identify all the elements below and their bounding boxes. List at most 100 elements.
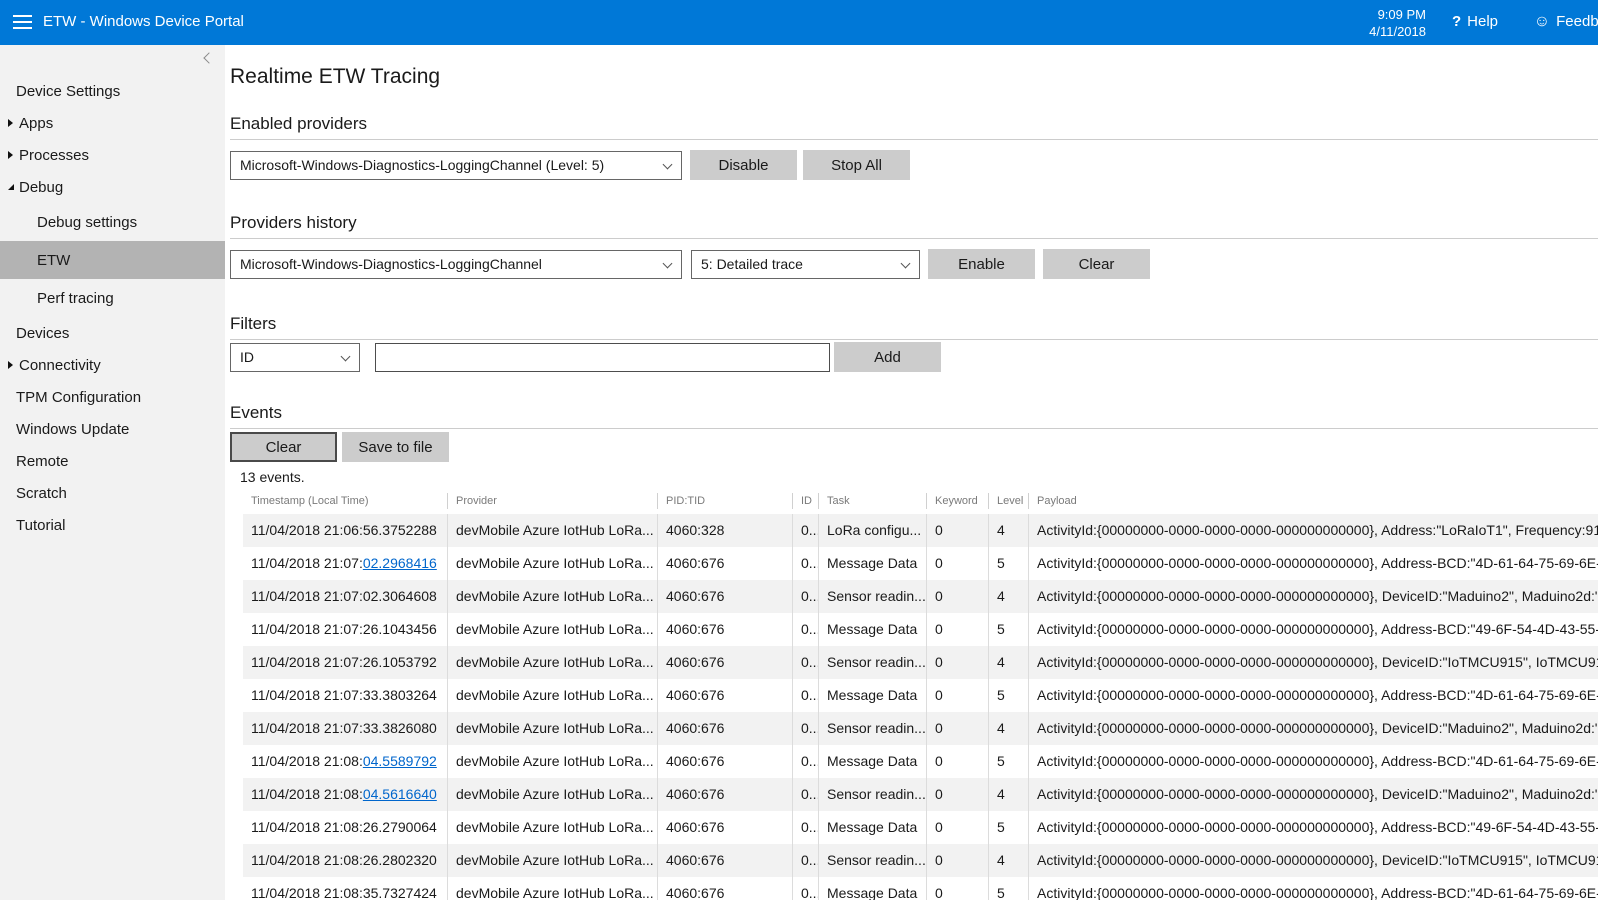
event-keyword: 0 <box>926 580 988 613</box>
sidebar-item-label: Debug settings <box>37 213 138 231</box>
page-title: Realtime ETW Tracing <box>230 65 441 88</box>
sidebar-item[interactable]: TPM Configuration <box>0 381 225 413</box>
event-row[interactable]: 11/04/2018 21:08:04.5589792 devMobile Az… <box>243 745 1598 778</box>
event-keyword: 0 <box>926 844 988 877</box>
chevron-down-icon <box>664 161 672 169</box>
event-id: 0... <box>792 811 818 844</box>
event-provider: devMobile Azure IotHub LoRa... <box>447 580 657 613</box>
sidebar-item[interactable]: Debug <box>0 171 225 203</box>
event-pid-tid: 4060:676 <box>657 646 792 679</box>
sidebar-item-label: Remote <box>16 452 69 470</box>
hamburger-menu-icon[interactable] <box>13 15 32 29</box>
filters-heading: Filters <box>230 313 1598 340</box>
event-row[interactable]: 11/04/2018 21:07:33.3826080 devMobile Az… <box>243 712 1598 745</box>
sidebar-item[interactable]: Remote <box>0 445 225 477</box>
event-provider: devMobile Azure IotHub LoRa... <box>447 811 657 844</box>
sidebar-item-label: Device Settings <box>16 82 121 100</box>
column-header: ID <box>792 493 818 509</box>
event-level: 5 <box>988 547 1028 580</box>
timestamp-link[interactable]: 02.2968416 <box>363 555 437 571</box>
event-keyword: 0 <box>926 547 988 580</box>
event-provider: devMobile Azure IotHub LoRa... <box>447 679 657 712</box>
events-table-body: 11/04/2018 21:06:56.3752288 devMobile Az… <box>243 514 1598 900</box>
smiley-icon: ☺ <box>1533 13 1551 30</box>
sidebar: Device Settings Apps Processes Debug Deb… <box>0 45 225 900</box>
stop-all-button[interactable]: Stop All <box>803 150 910 180</box>
event-row[interactable]: 11/04/2018 21:08:26.2802320 devMobile Az… <box>243 844 1598 877</box>
column-header: PID:TID <box>657 493 792 509</box>
events-table-header: Timestamp (Local Time) Provider PID:TID … <box>243 488 1598 514</box>
sidebar-item-label: Connectivity <box>19 356 101 374</box>
top-bar: ETW - Windows Device Portal 9:09 PM 4/11… <box>0 0 1598 45</box>
event-level: 5 <box>988 679 1028 712</box>
event-payload: ActivityId:{00000000-0000-0000-0000-0000… <box>1028 844 1598 877</box>
event-payload: ActivityId:{00000000-0000-0000-0000-0000… <box>1028 778 1598 811</box>
feedback-button[interactable]: ☺ Feedback <box>1534 13 1598 31</box>
event-keyword: 0 <box>926 877 988 900</box>
event-row[interactable]: 11/04/2018 21:07:26.1043456 devMobile Az… <box>243 613 1598 646</box>
history-provider-select[interactable]: Microsoft-Windows-Diagnostics-LoggingCha… <box>230 249 682 279</box>
enable-button[interactable]: Enable <box>928 249 1035 279</box>
add-filter-button[interactable]: Add <box>834 342 941 372</box>
sidebar-item-label: ETW <box>37 251 71 269</box>
sidebar-item[interactable]: Debug settings <box>0 203 225 241</box>
event-level: 5 <box>988 745 1028 778</box>
event-id: 0... <box>792 679 818 712</box>
event-provider: devMobile Azure IotHub LoRa... <box>447 712 657 745</box>
help-label: Help <box>1467 13 1498 30</box>
event-pid-tid: 4060:676 <box>657 811 792 844</box>
sidebar-item[interactable]: Perf tracing <box>0 279 225 317</box>
sidebar-item[interactable]: Device Settings <box>0 75 225 107</box>
event-row[interactable]: 11/04/2018 21:07:33.3803264 devMobile Az… <box>243 679 1598 712</box>
enabled-provider-select[interactable]: Microsoft-Windows-Diagnostics-LoggingCha… <box>230 150 682 180</box>
help-button[interactable]: ? Help <box>1452 13 1498 30</box>
event-level: 5 <box>988 811 1028 844</box>
event-keyword: 0 <box>926 811 988 844</box>
event-row[interactable]: 11/04/2018 21:08:04.5616640 devMobile Az… <box>243 778 1598 811</box>
event-row[interactable]: 11/04/2018 21:08:35.7327424 devMobile Az… <box>243 877 1598 900</box>
event-row[interactable]: 11/04/2018 21:07:02.3064608 devMobile Az… <box>243 580 1598 613</box>
sidebar-item[interactable]: Devices <box>0 317 225 349</box>
event-level: 4 <box>988 514 1028 547</box>
sidebar-item[interactable]: Apps <box>0 107 225 139</box>
sidebar-item[interactable]: Scratch <box>0 477 225 509</box>
disable-button[interactable]: Disable <box>690 150 797 180</box>
sidebar-collapse-icon[interactable] <box>205 53 215 63</box>
timestamp-link[interactable]: 04.5589792 <box>363 753 437 769</box>
history-clear-button[interactable]: Clear <box>1043 249 1150 279</box>
events-clear-button[interactable]: Clear <box>230 432 337 462</box>
history-level-select[interactable]: 5: Detailed trace <box>691 249 920 279</box>
event-row[interactable]: 11/04/2018 21:06:56.3752288 devMobile Az… <box>243 514 1598 547</box>
event-keyword: 0 <box>926 778 988 811</box>
sidebar-item[interactable]: Tutorial <box>0 509 225 541</box>
event-payload: ActivityId:{00000000-0000-0000-0000-0000… <box>1028 679 1598 712</box>
event-timestamp: 11/04/2018 21:08:04.5616640 <box>251 786 437 802</box>
event-timestamp: 11/04/2018 21:06:56.3752288 <box>251 522 437 538</box>
event-row[interactable]: 11/04/2018 21:08:26.2790064 devMobile Az… <box>243 811 1598 844</box>
history-level-select-value: 5: Detailed trace <box>701 256 803 272</box>
save-to-file-button[interactable]: Save to file <box>342 432 449 462</box>
event-task: Sensor readin... <box>818 778 926 811</box>
sidebar-item[interactable]: ETW <box>0 241 225 279</box>
event-payload: ActivityId:{00000000-0000-0000-0000-0000… <box>1028 712 1598 745</box>
event-level: 4 <box>988 712 1028 745</box>
event-pid-tid: 4060:328 <box>657 514 792 547</box>
event-level: 4 <box>988 778 1028 811</box>
event-pid-tid: 4060:676 <box>657 547 792 580</box>
events-count: 13 events. <box>240 469 305 485</box>
event-row[interactable]: 11/04/2018 21:07:26.1053792 devMobile Az… <box>243 646 1598 679</box>
event-task: Message Data <box>818 877 926 900</box>
feedback-label: Feedback <box>1556 13 1598 30</box>
event-provider: devMobile Azure IotHub LoRa... <box>447 844 657 877</box>
sidebar-item[interactable]: Windows Update <box>0 413 225 445</box>
sidebar-item[interactable]: Processes <box>0 139 225 171</box>
sidebar-item[interactable]: Connectivity <box>0 349 225 381</box>
sidebar-item-label: Processes <box>19 146 90 164</box>
filter-type-select[interactable]: ID <box>230 342 360 372</box>
filter-value-input[interactable] <box>375 342 830 372</box>
enabled-provider-select-value: Microsoft-Windows-Diagnostics-LoggingCha… <box>240 157 605 173</box>
event-task: Sensor readin... <box>818 844 926 877</box>
timestamp-link[interactable]: 04.5616640 <box>363 786 437 802</box>
event-level: 4 <box>988 646 1028 679</box>
event-row[interactable]: 11/04/2018 21:07:02.2968416 devMobile Az… <box>243 547 1598 580</box>
